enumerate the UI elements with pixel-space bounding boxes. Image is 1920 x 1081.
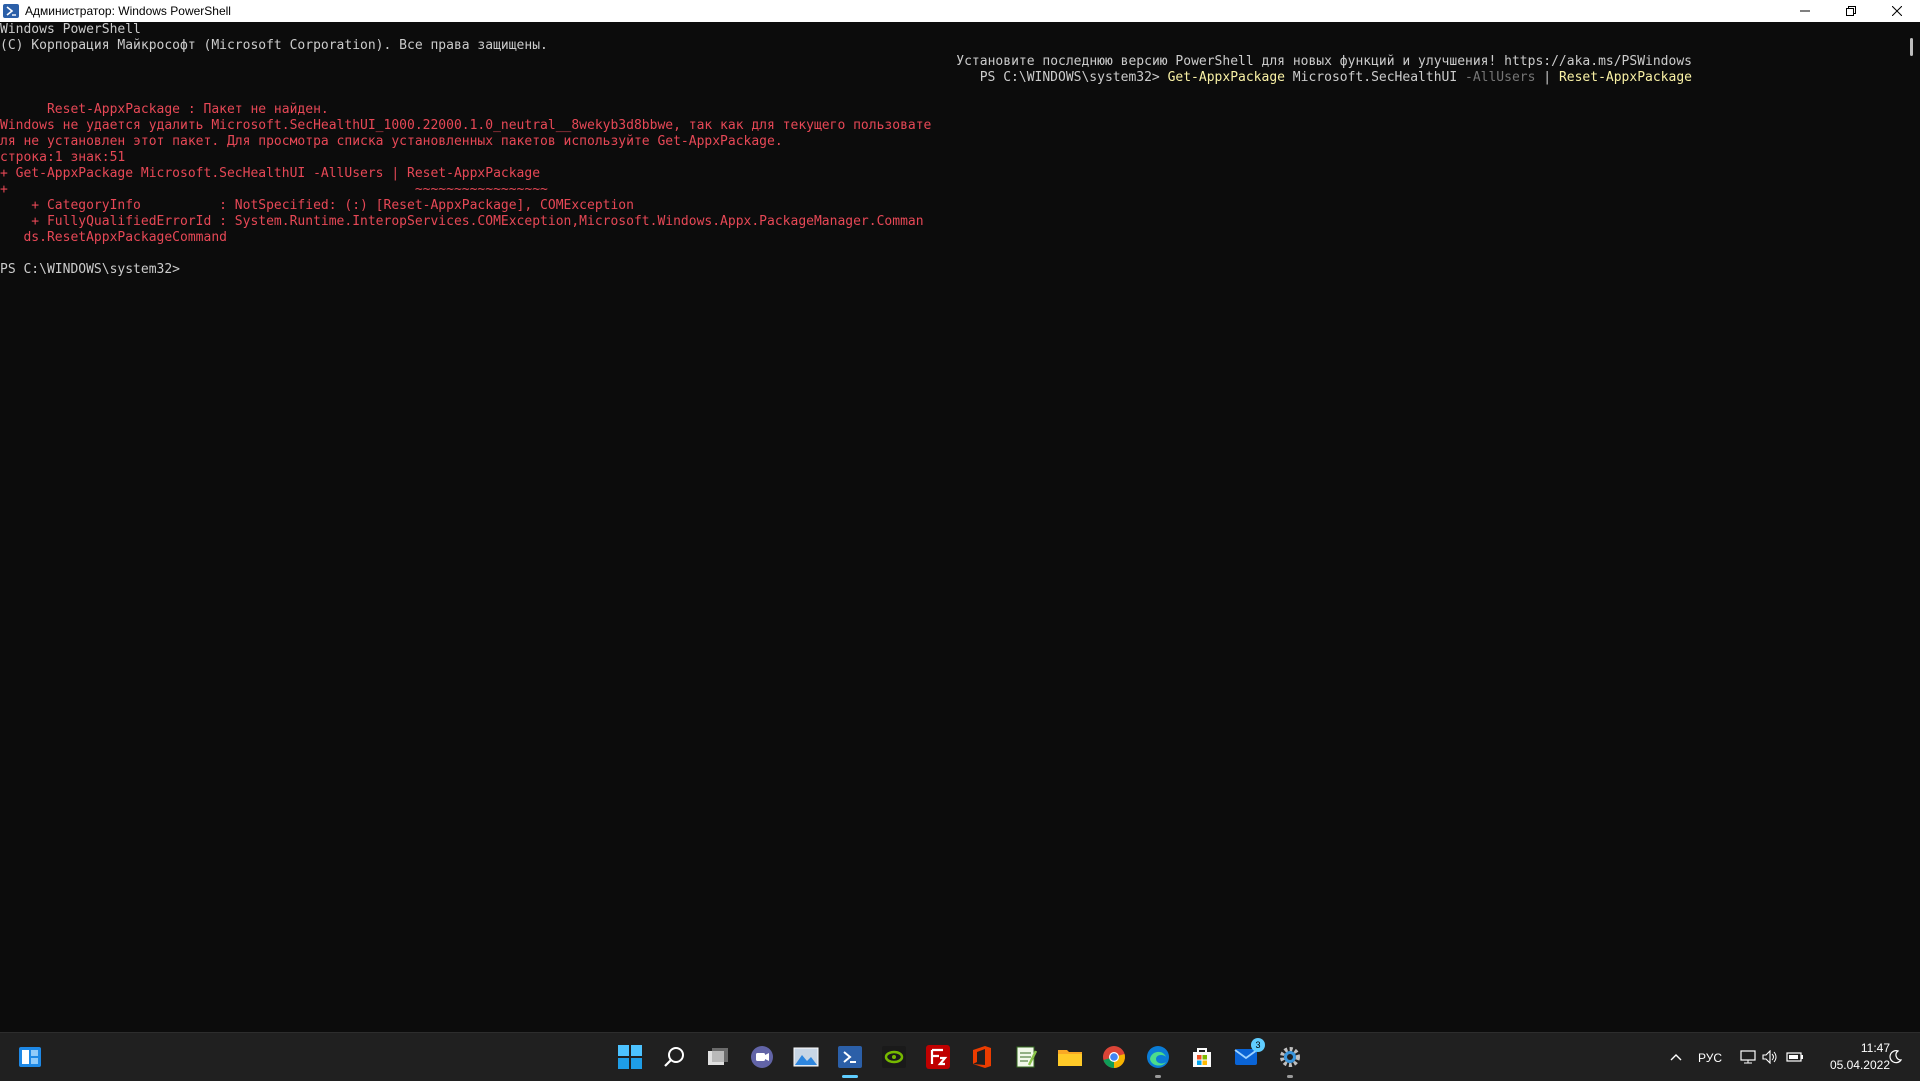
error-line: + ~~~~~~~~~~~~~~~~~ bbox=[0, 182, 548, 197]
window-controls bbox=[1782, 0, 1920, 22]
task-view-button[interactable] bbox=[703, 1042, 733, 1072]
moon-icon bbox=[1889, 1050, 1902, 1064]
filezilla-icon bbox=[926, 1045, 950, 1069]
mail-badge: 3 bbox=[1251, 1038, 1265, 1052]
restore-icon bbox=[1846, 6, 1856, 16]
restore-button[interactable] bbox=[1828, 0, 1874, 22]
error-line: ля не установлен этот пакет. Для просмот… bbox=[0, 134, 783, 149]
language-indicator[interactable]: РУС bbox=[1698, 1051, 1722, 1065]
chrome-icon bbox=[1103, 1046, 1125, 1068]
search-icon bbox=[664, 1047, 684, 1067]
chat-icon bbox=[751, 1046, 773, 1068]
banner-line: Windows PowerShell bbox=[0, 22, 141, 37]
settings-icon bbox=[1280, 1047, 1300, 1067]
network-icon bbox=[1740, 1050, 1756, 1064]
error-line: + CategoryInfo : NotSpecified: (:) [Rese… bbox=[0, 198, 634, 213]
powershell-icon[interactable] bbox=[3, 4, 19, 18]
photos-button[interactable] bbox=[791, 1042, 821, 1072]
widgets-button[interactable] bbox=[15, 1042, 45, 1072]
store-icon bbox=[1193, 1048, 1211, 1067]
nvidia-button[interactable] bbox=[879, 1042, 909, 1072]
filezilla-button[interactable] bbox=[923, 1042, 953, 1072]
error-line: строка:1 знак:51 bbox=[0, 150, 126, 165]
start-icon bbox=[618, 1045, 642, 1069]
scroll-thumb[interactable] bbox=[1910, 38, 1913, 56]
file-explorer-icon bbox=[1058, 1050, 1082, 1066]
title-bar: Администратор: Windows PowerShell bbox=[0, 0, 1920, 23]
scrollbar[interactable] bbox=[1902, 22, 1920, 1032]
close-button[interactable] bbox=[1874, 0, 1920, 22]
edge-icon bbox=[1147, 1046, 1169, 1068]
chevron-up-icon bbox=[1670, 1054, 1682, 1061]
minimize-button[interactable] bbox=[1782, 0, 1828, 22]
powershell-taskbar-button[interactable] bbox=[835, 1042, 865, 1078]
command-get: Get-AppxPackage bbox=[1167, 70, 1285, 85]
error-line: Reset-AppxPackage : Пакет не найден. bbox=[0, 102, 329, 117]
error-line: + FullyQualifiedErrorId : System.Runtime… bbox=[0, 214, 924, 229]
search-button[interactable] bbox=[659, 1042, 689, 1072]
window-title: Администратор: Windows PowerShell bbox=[25, 4, 231, 18]
close-icon bbox=[1892, 6, 1902, 16]
chrome-button[interactable] bbox=[1099, 1042, 1129, 1072]
nvidia-icon bbox=[882, 1046, 906, 1068]
battery-button[interactable] bbox=[1780, 1042, 1810, 1072]
mail-button[interactable]: 3 bbox=[1231, 1038, 1265, 1072]
minimize-icon bbox=[1800, 10, 1810, 12]
office-button[interactable] bbox=[967, 1042, 997, 1072]
volume-icon bbox=[1762, 1050, 1777, 1064]
show-hidden-icons-button[interactable] bbox=[1661, 1042, 1691, 1072]
notepad-icon bbox=[1016, 1046, 1037, 1068]
edge-button[interactable] bbox=[1143, 1042, 1173, 1078]
current-prompt: PS C:\WINDOWS\system32> bbox=[0, 262, 181, 277]
battery-icon bbox=[1786, 1052, 1803, 1062]
notepad-button[interactable] bbox=[1011, 1042, 1041, 1072]
command-line: PS C:\WINDOWS\system32> Get-AppxPackage … bbox=[980, 70, 1692, 86]
widgets-icon bbox=[19, 1047, 41, 1067]
running-indicator bbox=[1287, 1075, 1293, 1078]
error-line: ds.ResetAppxPackageCommand bbox=[0, 230, 227, 245]
command-reset: Reset-AppxPackage bbox=[1558, 70, 1692, 85]
error-line: + Get-AppxPackage Microsoft.SecHealthUI … bbox=[0, 166, 541, 181]
taskbar: 3 РУС 11:47 05.04.2022 bbox=[0, 1032, 1920, 1081]
update-message: Установите последнюю версию PowerShell д… bbox=[956, 54, 1692, 69]
command-argument: Microsoft.SecHealthUI bbox=[1284, 70, 1465, 85]
powershell-icon bbox=[838, 1046, 862, 1068]
office-icon bbox=[973, 1046, 991, 1068]
chat-button[interactable] bbox=[747, 1042, 777, 1072]
command-pipe: | bbox=[1535, 70, 1559, 85]
error-line: Windows не удается удалить Microsoft.Sec… bbox=[0, 118, 932, 133]
notifications-button[interactable] bbox=[1880, 1042, 1910, 1072]
copyright-line: (C) Корпорация Майкрософт (Microsoft Cor… bbox=[0, 38, 548, 53]
command-parameter: -AllUsers bbox=[1465, 70, 1536, 85]
store-button[interactable] bbox=[1187, 1042, 1217, 1072]
running-indicator bbox=[1155, 1075, 1161, 1078]
prompt-text: PS C:\WINDOWS\system32> bbox=[979, 70, 1168, 85]
console-output[interactable]: Windows PowerShell (C) Корпорация Майкро… bbox=[0, 22, 1902, 1032]
file-explorer-button[interactable] bbox=[1055, 1042, 1085, 1072]
photos-icon bbox=[793, 1047, 819, 1067]
start-button[interactable] bbox=[615, 1042, 645, 1072]
settings-button[interactable] bbox=[1275, 1042, 1305, 1078]
task-view-icon bbox=[708, 1048, 728, 1065]
active-indicator bbox=[842, 1075, 858, 1078]
